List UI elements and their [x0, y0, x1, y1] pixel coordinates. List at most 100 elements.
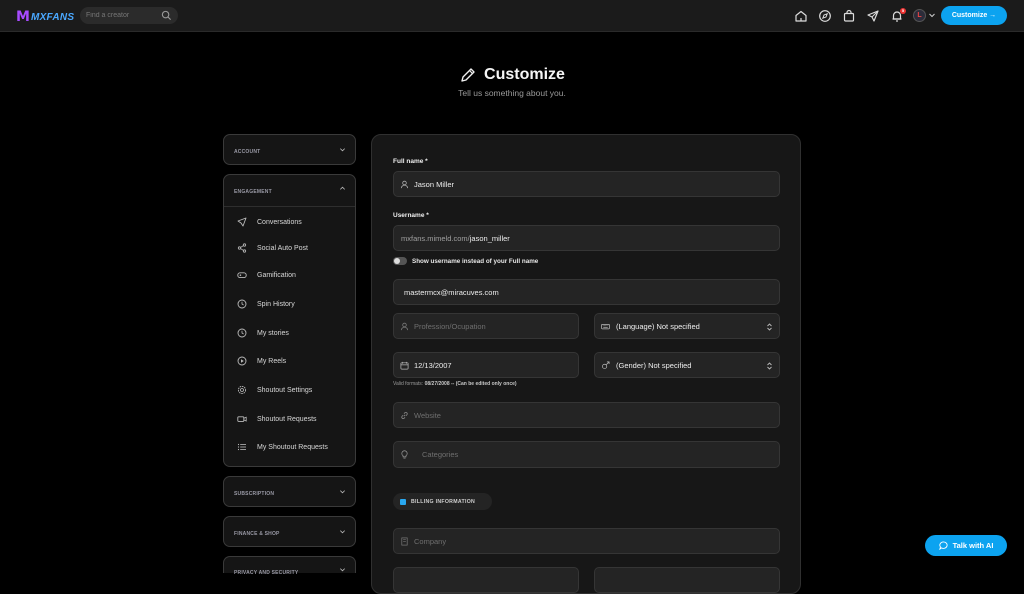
categories-field[interactable]: Categories [393, 441, 780, 468]
profile-form: Full name * Jason Miller Username * mxfa… [371, 134, 801, 594]
logo-text: MXFANS [30, 11, 75, 23]
search-input[interactable] [86, 10, 160, 21]
play-circle-icon [237, 356, 247, 366]
birthdate-value: 12/13/2007 [414, 361, 452, 370]
talk-with-ai-button[interactable]: Talk with AI [925, 535, 1007, 556]
sidebar-item-shoutout-requests[interactable]: Shoutout Requests [237, 414, 317, 424]
sidebar-item-social-auto-post[interactable]: Social Auto Post [237, 243, 308, 253]
ai-button-label: Talk with AI [952, 541, 994, 550]
page-header: Customize Tell us something about you. [0, 66, 1024, 98]
profession-placeholder: Profession/Ocupation [414, 322, 486, 331]
section-label: ACCOUNT [234, 149, 261, 155]
username-label: Username * [393, 212, 429, 219]
search-icon[interactable] [161, 10, 172, 21]
sidebar-item-gamification[interactable]: Gamification [237, 270, 296, 280]
logo-mark: M [16, 9, 30, 25]
section-label: PRIVACY AND SECURITY [234, 570, 299, 576]
sidebar-item-spin-history[interactable]: Spin History [237, 299, 295, 309]
sidebar-item-label: My Reels [257, 357, 287, 365]
pencil-icon [461, 68, 475, 82]
sidebar-section-finance-shop[interactable]: FINANCE & SHOP [223, 516, 356, 547]
calendar-icon [400, 361, 409, 370]
billing-label-text: BILLING INFORMATION [411, 498, 476, 505]
sidebar-item-my-stories[interactable]: My stories [237, 328, 289, 338]
updown-chevron-icon [767, 323, 772, 331]
billing-icon [400, 498, 406, 505]
compass-icon[interactable] [818, 9, 832, 23]
username-prefix: mxfans.mimeld.com/ [401, 234, 470, 243]
sidebar-item-my-shoutout-requests[interactable]: My Shoutout Requests [237, 442, 328, 452]
billing-field-left[interactable] [393, 567, 579, 593]
website-field[interactable]: Website [393, 402, 780, 428]
sidebar-item-label: My Shoutout Requests [257, 443, 328, 451]
website-placeholder: Website [414, 411, 441, 420]
sidebar-item-label: Conversations [257, 218, 302, 226]
clock-icon [237, 299, 247, 309]
chevron-up-icon[interactable] [339, 185, 346, 192]
user-icon [400, 180, 409, 189]
send-icon[interactable] [866, 9, 880, 23]
chevron-down-icon [340, 568, 345, 572]
share-icon [237, 243, 247, 253]
keyboard-icon [601, 323, 610, 330]
company-field[interactable]: Company [393, 528, 780, 554]
language-value: (Language) Not specified [616, 322, 700, 331]
sidebar-section-engagement: ENGAGEMENT Conversations Social Auto Pos… [223, 174, 356, 467]
billing-section-label: BILLING INFORMATION [393, 493, 492, 510]
sidebar-section-account[interactable]: ACCOUNT [223, 134, 356, 165]
username-value: jason_miller [469, 234, 510, 243]
sidebar-item-label: Shoutout Settings [257, 386, 313, 394]
email-field[interactable]: mastermcx@miracuves.com [393, 279, 780, 305]
home-icon[interactable] [794, 9, 808, 23]
hint-format: 08/27/2008 -- (Can be edited only once) [424, 381, 517, 387]
full-name-field[interactable]: Jason Miller [393, 171, 780, 197]
updown-chevron-icon [767, 362, 772, 370]
creator-search [80, 7, 178, 24]
notification-badge: 5 [900, 8, 906, 14]
toggle-label: Show username instead of your Full name [412, 258, 539, 265]
user-icon [400, 322, 409, 331]
sidebar-item-shoutout-settings[interactable]: Shoutout Settings [237, 385, 312, 395]
avatar[interactable]: L [913, 9, 926, 22]
building-icon [401, 537, 408, 546]
customize-button[interactable]: Customize → [941, 6, 1007, 25]
sidebar-item-label: Shoutout Requests [257, 415, 317, 423]
chevron-down-icon[interactable] [928, 11, 936, 19]
top-navbar: M MXFANS 5 L Customize → [0, 0, 1024, 32]
page-subtitle: Tell us something about you. [458, 88, 566, 98]
hint-text: Valid formats: [393, 381, 425, 387]
section-label: ENGAGEMENT [234, 189, 272, 195]
list-icon [237, 443, 246, 451]
section-label: SUBSCRIPTION [234, 491, 275, 497]
chevron-down-icon [340, 490, 345, 494]
sidebar-section-subscription[interactable]: SUBSCRIPTION [223, 476, 356, 507]
sidebar-item-label: Gamification [257, 271, 296, 279]
sidebar-item-label: Social Auto Post [257, 244, 308, 252]
birthdate-field[interactable]: 12/13/2007 [393, 352, 579, 378]
billing-field-right[interactable] [594, 567, 780, 593]
profession-field[interactable]: Profession/Ocupation [393, 313, 579, 339]
email-value: mastermcx@miracuves.com [404, 288, 499, 297]
page-title: Customize [484, 66, 565, 83]
gender-value: (Gender) Not specified [616, 361, 692, 370]
show-username-toggle[interactable] [393, 257, 407, 265]
sidebar-item-label: Spin History [257, 300, 295, 308]
username-field[interactable]: mxfans.mimeld.com/jason_miller [393, 225, 780, 251]
sidebar-item-my-reels[interactable]: My Reels [237, 356, 286, 366]
categories-placeholder: Categories [422, 450, 459, 459]
gear-icon [237, 385, 247, 395]
shopping-bag-icon[interactable] [842, 9, 856, 23]
language-select[interactable]: (Language) Not specified [594, 313, 780, 339]
sidebar-item-conversations[interactable]: Conversations [237, 217, 302, 227]
divider [224, 206, 355, 207]
send-icon [237, 217, 247, 227]
date-format-hint: Valid formats: 08/27/2008 -- (Can be edi… [393, 381, 517, 387]
sidebar-item-label: My stories [257, 329, 289, 337]
lightbulb-icon [401, 450, 408, 459]
site-logo[interactable]: M MXFANS [16, 9, 74, 25]
sidebar-section-privacy-security[interactable]: PRIVACY AND SECURITY [223, 556, 356, 576]
link-icon [401, 412, 408, 419]
gender-select[interactable]: (Gender) Not specified [594, 352, 780, 378]
clock-icon [237, 328, 247, 338]
chat-bubble-icon [938, 541, 948, 550]
